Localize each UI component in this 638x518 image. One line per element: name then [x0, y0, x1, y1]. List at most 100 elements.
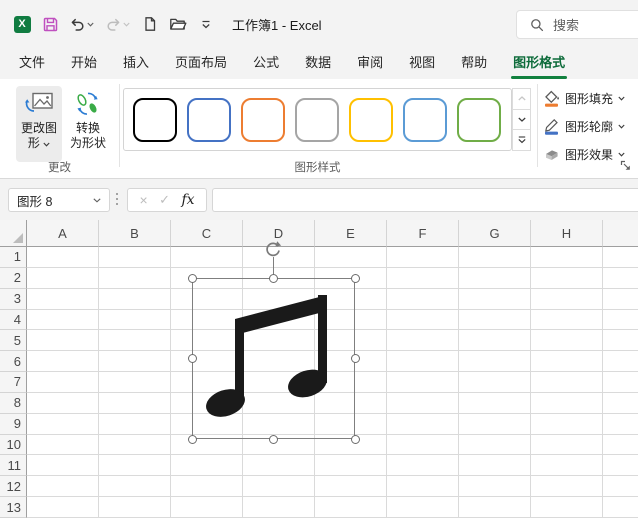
cell-H6[interactable] — [531, 351, 603, 373]
cell-F6[interactable] — [387, 351, 459, 373]
cell-H3[interactable] — [531, 288, 603, 310]
tab-file[interactable]: 文件 — [6, 48, 58, 79]
resize-handle-top-right[interactable] — [350, 273, 360, 283]
cell-D12[interactable] — [243, 476, 315, 498]
shape-style-1-swatch[interactable] — [133, 97, 177, 142]
cell-B11[interactable] — [99, 455, 171, 477]
tab-view[interactable]: 视图 — [396, 48, 448, 79]
formula-input[interactable] — [212, 188, 638, 212]
cell-H2[interactable] — [531, 267, 603, 289]
column-header-G[interactable]: G — [459, 220, 531, 247]
cell-E1[interactable] — [315, 247, 387, 268]
rotation-handle-icon[interactable] — [264, 240, 282, 258]
row-header-3[interactable]: 3 — [0, 288, 27, 310]
row-header-4[interactable]: 4 — [0, 309, 27, 331]
confirm-entry-button[interactable]: ✓ — [159, 192, 170, 208]
cell-G13[interactable] — [459, 497, 531, 518]
cell-G4[interactable] — [459, 309, 531, 331]
cell-F2[interactable] — [387, 267, 459, 289]
cell-C12[interactable] — [171, 476, 243, 498]
cell-B2[interactable] — [99, 267, 171, 289]
cell-F8[interactable] — [387, 392, 459, 414]
customize-toolbar-button[interactable] — [194, 12, 218, 36]
excel-logo-icon[interactable]: X — [10, 12, 34, 36]
row-header-7[interactable]: 7 — [0, 372, 27, 393]
cell-A4[interactable] — [27, 309, 99, 331]
select-all-corner[interactable] — [0, 220, 27, 247]
name-box[interactable]: 图形 8 — [8, 188, 110, 212]
tab-review[interactable]: 审阅 — [344, 48, 396, 79]
cell-A2[interactable] — [27, 267, 99, 289]
cell-G9[interactable] — [459, 413, 531, 435]
cell-C11[interactable] — [171, 455, 243, 477]
resize-handle-bottom-middle[interactable] — [269, 434, 278, 444]
cell-G6[interactable] — [459, 351, 531, 373]
column-header-B[interactable]: B — [99, 220, 171, 247]
row-header-2[interactable]: 2 — [0, 267, 27, 289]
gallery-scroll-up-button[interactable] — [512, 88, 531, 110]
column-header-E[interactable]: E — [315, 220, 387, 247]
gallery-scroll-down-button[interactable] — [512, 108, 531, 131]
cell-E13[interactable] — [315, 497, 387, 518]
resize-handle-top-left[interactable] — [187, 273, 197, 283]
shape-outline-button[interactable]: 图形轮廓 — [543, 114, 635, 138]
cell-G3[interactable] — [459, 288, 531, 310]
resize-handle-bottom-right[interactable] — [350, 434, 360, 444]
cell-H10[interactable] — [531, 434, 603, 456]
cell-B1[interactable] — [99, 247, 171, 268]
cell-B8[interactable] — [99, 392, 171, 414]
shape-style-4-swatch[interactable] — [295, 97, 339, 142]
gallery-more-button[interactable] — [512, 129, 531, 152]
cell-G10[interactable] — [459, 434, 531, 456]
shape-style-5-swatch[interactable] — [349, 97, 393, 142]
cell-H7[interactable] — [531, 372, 603, 393]
cell-C1[interactable] — [171, 247, 243, 268]
row-header-5[interactable]: 5 — [0, 330, 27, 352]
cell-D13[interactable] — [243, 497, 315, 518]
cell-A12[interactable] — [27, 476, 99, 498]
cell-F11[interactable] — [387, 455, 459, 477]
cell-H5[interactable] — [531, 330, 603, 352]
cell-B4[interactable] — [99, 309, 171, 331]
cell-H1[interactable] — [531, 247, 603, 268]
row-header-10[interactable]: 10 — [0, 434, 27, 456]
column-header-A[interactable]: A — [27, 220, 99, 247]
tab-graphics-format[interactable]: 图形格式 — [500, 48, 578, 79]
row-header-1[interactable]: 1 — [0, 247, 27, 268]
cell-F12[interactable] — [387, 476, 459, 498]
row-header-13[interactable]: 13 — [0, 497, 27, 518]
cell-H8[interactable] — [531, 392, 603, 414]
cell-A7[interactable] — [27, 372, 99, 393]
formula-bar-drag-handle[interactable] — [116, 193, 118, 205]
redo-button[interactable] — [102, 12, 134, 36]
tab-page-layout[interactable]: 页面布局 — [162, 48, 240, 79]
column-header-H[interactable]: H — [531, 220, 603, 247]
tab-help[interactable]: 帮助 — [448, 48, 500, 79]
cell-A1[interactable] — [27, 247, 99, 268]
cell-B13[interactable] — [99, 497, 171, 518]
cell-F7[interactable] — [387, 372, 459, 393]
row-header-11[interactable]: 11 — [0, 455, 27, 477]
cell-A13[interactable] — [27, 497, 99, 518]
tab-formulas[interactable]: 公式 — [240, 48, 292, 79]
row-header-9[interactable]: 9 — [0, 413, 27, 435]
cell-E12[interactable] — [315, 476, 387, 498]
resize-handle-middle-right[interactable] — [350, 354, 360, 363]
cell-F9[interactable] — [387, 413, 459, 435]
shape-style-6-swatch[interactable] — [403, 97, 447, 142]
dialog-launcher-button[interactable] — [620, 159, 632, 177]
cell-A11[interactable] — [27, 455, 99, 477]
convert-to-shape-button[interactable]: 转换 为形状 — [64, 86, 112, 162]
new-file-button[interactable] — [138, 12, 162, 36]
row-header-8[interactable]: 8 — [0, 392, 27, 414]
open-file-button[interactable] — [166, 12, 190, 36]
cell-G1[interactable] — [459, 247, 531, 268]
resize-handle-top-middle[interactable] — [269, 273, 278, 283]
cell-H12[interactable] — [531, 476, 603, 498]
music-note-shape[interactable] — [206, 292, 340, 426]
cell-G5[interactable] — [459, 330, 531, 352]
tab-home[interactable]: 开始 — [58, 48, 110, 79]
cell-H9[interactable] — [531, 413, 603, 435]
cell-E11[interactable] — [315, 455, 387, 477]
resize-handle-middle-left[interactable] — [187, 354, 197, 363]
